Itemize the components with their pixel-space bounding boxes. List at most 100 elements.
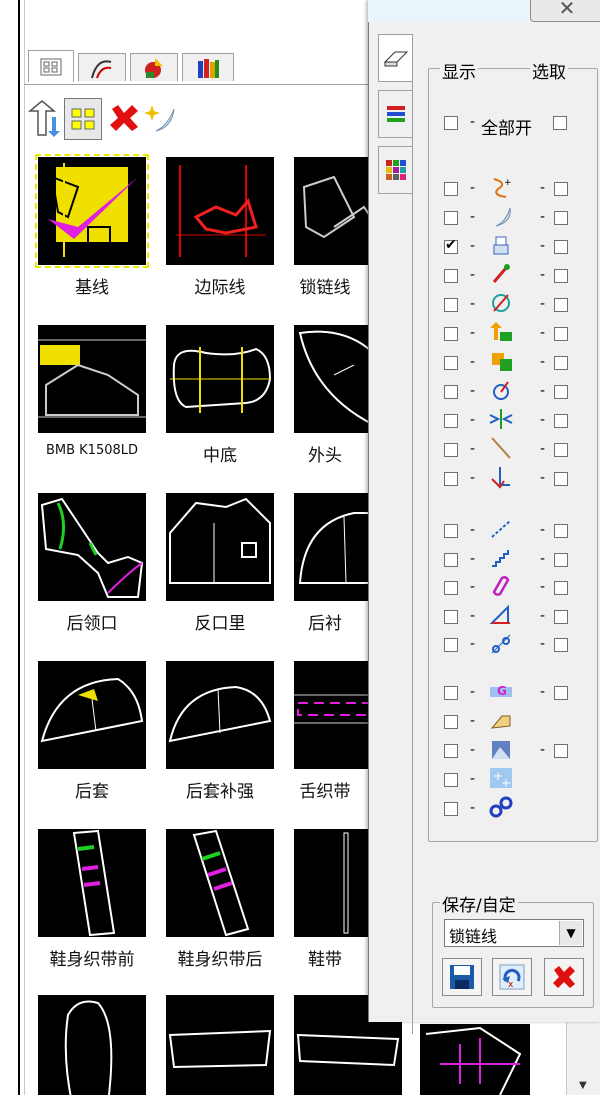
curve-icon bbox=[91, 59, 112, 78]
pattern-thumbnail-row6-d[interactable] bbox=[420, 1024, 530, 1096]
thumbnail-view-button[interactable] bbox=[64, 98, 102, 140]
pattern-preview bbox=[72, 829, 116, 937]
layer-display-checkbox[interactable] bbox=[444, 686, 458, 700]
layer-select-checkbox[interactable] bbox=[554, 298, 568, 312]
grid-tab[interactable] bbox=[28, 50, 74, 82]
pattern-preview bbox=[425, 1026, 522, 1096]
layer-display-checkbox[interactable] bbox=[444, 715, 458, 729]
layer-select-checkbox[interactable] bbox=[554, 581, 568, 595]
pattern-label: 边际线 bbox=[194, 278, 246, 298]
layer-display-checkbox[interactable] bbox=[444, 211, 458, 225]
layer-select-checkbox[interactable] bbox=[554, 638, 568, 652]
pattern-label: 后套补强 bbox=[186, 782, 254, 802]
scroll-down-icon[interactable]: ▼ bbox=[579, 1080, 587, 1091]
layer-display-checkbox[interactable] bbox=[444, 472, 458, 486]
pattern-thumbnail-houtaobuqiang[interactable] bbox=[166, 661, 274, 769]
layer-select-checkbox[interactable] bbox=[554, 240, 568, 254]
layer-display-checkbox[interactable] bbox=[444, 269, 458, 283]
chevron-down-icon[interactable]: ▼ bbox=[559, 921, 582, 945]
layer-select-checkbox[interactable] bbox=[554, 609, 568, 624]
layer-display-checkbox[interactable] bbox=[444, 414, 458, 428]
delete-button[interactable] bbox=[106, 98, 142, 138]
vertical-scrollbar[interactable]: ▼ bbox=[566, 1022, 600, 1095]
sort-button[interactable] bbox=[26, 98, 62, 138]
layer-select-checkbox[interactable] bbox=[554, 443, 568, 457]
layer-display-checkbox[interactable] bbox=[444, 524, 458, 538]
layer-display-checkbox[interactable] bbox=[444, 609, 458, 624]
dash: - bbox=[470, 636, 476, 652]
library-toolbar bbox=[26, 96, 206, 142]
pattern-label: 后套 bbox=[75, 782, 109, 802]
layer-select-checkbox[interactable] bbox=[554, 211, 568, 225]
layer-select-checkbox[interactable] bbox=[554, 356, 568, 370]
books-tab[interactable] bbox=[182, 53, 234, 81]
layer-select-checkbox[interactable] bbox=[554, 472, 568, 486]
pattern-preview bbox=[64, 1000, 113, 1103]
reload-button[interactable]: x bbox=[492, 958, 532, 996]
layer-display-checkbox[interactable] bbox=[444, 443, 458, 457]
dash: - bbox=[540, 636, 546, 652]
layer-select-checkbox[interactable] bbox=[554, 524, 568, 538]
layer-display-checkbox[interactable] bbox=[444, 802, 458, 816]
shapes-tab[interactable] bbox=[130, 53, 178, 81]
layer-select-checkbox[interactable] bbox=[554, 269, 568, 283]
layer-display-checkbox[interactable] bbox=[444, 298, 458, 312]
layer-display-checkbox[interactable] bbox=[444, 744, 458, 758]
pattern-preview bbox=[48, 163, 138, 257]
layer-select-checkbox[interactable] bbox=[554, 686, 568, 700]
sort-icon bbox=[27, 100, 60, 137]
pattern-thumbnail-houlingkou[interactable] bbox=[38, 493, 146, 601]
delete-preset-button[interactable] bbox=[544, 958, 584, 996]
dash: - bbox=[470, 238, 476, 254]
layer-select-checkbox[interactable] bbox=[554, 182, 568, 196]
all-on-display-checkbox[interactable] bbox=[444, 116, 458, 130]
tab-palette[interactable] bbox=[378, 146, 412, 194]
layer-display-checkbox[interactable] bbox=[444, 327, 458, 341]
layer-select-checkbox[interactable] bbox=[554, 385, 568, 399]
preset-select[interactable]: 锁链线 ▼ bbox=[444, 919, 584, 947]
corner-arrow-icon bbox=[488, 465, 514, 489]
layer-display-checkbox[interactable] bbox=[444, 237, 458, 254]
plus-grid-icon: + + bbox=[488, 766, 514, 790]
pattern-thumbnail-row6-b[interactable] bbox=[166, 995, 274, 1095]
layer-display-checkbox[interactable] bbox=[444, 773, 458, 787]
pattern-thumbnail-jixian[interactable] bbox=[35, 154, 149, 268]
layer-display-checkbox[interactable] bbox=[444, 356, 458, 370]
pattern-thumbnail-row6-a[interactable] bbox=[38, 995, 146, 1103]
dash: - bbox=[540, 238, 546, 254]
delete-icon bbox=[110, 105, 138, 131]
save-button[interactable] bbox=[442, 958, 482, 996]
g-symbol-icon: G bbox=[488, 679, 514, 703]
all-on-select-checkbox[interactable] bbox=[553, 116, 567, 130]
curve-tab[interactable] bbox=[78, 53, 126, 81]
layer-select-checkbox[interactable] bbox=[554, 552, 568, 567]
pattern-thumbnail-houtao[interactable] bbox=[38, 661, 146, 769]
magic-button[interactable] bbox=[142, 98, 178, 138]
pattern-thumbnail-bianji[interactable] bbox=[166, 157, 274, 265]
tab-eraser[interactable] bbox=[378, 34, 412, 82]
delete-icon bbox=[553, 966, 575, 988]
dash: - bbox=[540, 354, 546, 370]
pattern-thumbnail-xieshen-qian[interactable] bbox=[38, 829, 146, 937]
dash: - bbox=[470, 470, 476, 486]
pattern-thumbnail-zhongdi[interactable] bbox=[166, 325, 274, 433]
dash: - bbox=[540, 742, 546, 758]
layer-display-checkbox[interactable] bbox=[444, 385, 458, 399]
pattern-thumbnail-fankouli[interactable] bbox=[166, 493, 274, 601]
layer-display-checkbox[interactable] bbox=[444, 581, 458, 595]
layer-display-checkbox[interactable] bbox=[444, 182, 458, 196]
dash: - bbox=[540, 684, 546, 700]
layer-display-checkbox[interactable] bbox=[444, 552, 458, 567]
layer-display-checkbox[interactable] bbox=[444, 638, 458, 652]
reload-icon: x bbox=[499, 964, 525, 990]
pattern-thumbnail-bmb[interactable] bbox=[38, 325, 146, 433]
pattern-thumbnail-xieshen-hou[interactable] bbox=[166, 829, 274, 937]
dash: - bbox=[540, 267, 546, 283]
layer-select-checkbox[interactable] bbox=[554, 744, 568, 758]
tab-layers[interactable] bbox=[378, 90, 412, 138]
layer-select-checkbox[interactable] bbox=[554, 414, 568, 428]
layer-select-checkbox[interactable] bbox=[554, 327, 568, 341]
diagonal-line-icon bbox=[488, 436, 514, 460]
close-button[interactable]: ✕ bbox=[530, 0, 600, 22]
dash: - bbox=[470, 579, 476, 595]
